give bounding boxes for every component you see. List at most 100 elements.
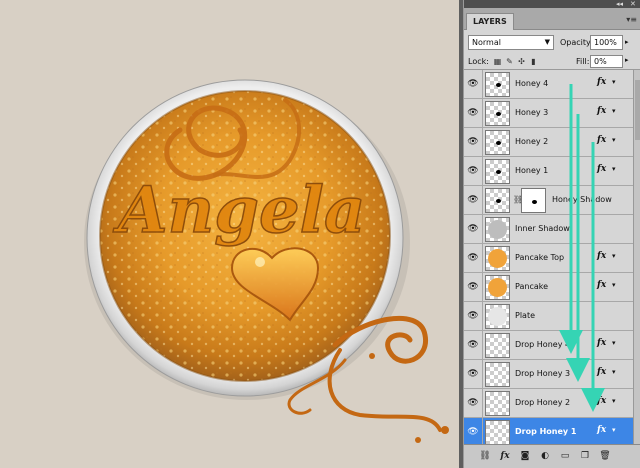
- visibility-eye-icon[interactable]: 👁: [467, 137, 479, 147]
- visibility-eye-icon[interactable]: 👁: [467, 369, 479, 379]
- layer-effects-icon[interactable]: fx: [597, 135, 606, 145]
- visibility-eye-icon[interactable]: 👁: [467, 340, 479, 350]
- layer-row[interactable]: 👁 Plate: [464, 302, 633, 331]
- layer-thumbnail[interactable]: [485, 188, 510, 213]
- layer-row[interactable]: 👁 Drop Honey 4 fx ▾: [464, 331, 633, 360]
- layer-row[interactable]: 👁 Drop Honey 2 fx ▾: [464, 389, 633, 418]
- layer-thumbnail[interactable]: [485, 159, 510, 184]
- layer-name[interactable]: Drop Honey 3: [515, 369, 570, 378]
- fill-input[interactable]: 0%: [590, 55, 623, 68]
- effects-expand-icon[interactable]: ▾: [612, 252, 616, 260]
- effects-expand-icon[interactable]: ▾: [612, 426, 616, 434]
- layer-effects-icon[interactable]: fx: [597, 106, 606, 116]
- layer-effects-icon[interactable]: fx: [597, 251, 606, 261]
- layer-name[interactable]: Plate: [515, 311, 535, 320]
- layer-name[interactable]: Pancake: [515, 282, 548, 291]
- blend-mode-value: Normal: [472, 38, 501, 47]
- layer-effects-icon[interactable]: fx: [597, 280, 606, 290]
- layers-scrollbar[interactable]: [633, 70, 640, 444]
- layer-row[interactable]: 👁 Inner Shadow: [464, 215, 633, 244]
- layer-thumbnail[interactable]: [485, 420, 510, 444]
- layer-row[interactable]: 👁 Drop Honey 3 fx ▾: [464, 360, 633, 389]
- link-layers-icon[interactable]: ⛓: [478, 449, 492, 463]
- fx-icon[interactable]: fx: [498, 449, 512, 463]
- effects-expand-icon[interactable]: ▾: [612, 281, 616, 289]
- layer-row[interactable]: 👁 Honey 2 fx ▾: [464, 128, 633, 157]
- layer-thumbnail[interactable]: [485, 333, 510, 358]
- visibility-eye-icon[interactable]: 👁: [467, 282, 479, 292]
- lock-all-icon[interactable]: ▮: [529, 57, 538, 66]
- visibility-eye-icon[interactable]: 👁: [467, 398, 479, 408]
- layer-thumbnail[interactable]: [485, 217, 510, 242]
- layer-thumbnail[interactable]: [485, 246, 510, 271]
- layer-row[interactable]: 👁 Drop Honey 1 fx ▾: [464, 418, 633, 444]
- layer-effects-icon[interactable]: fx: [597, 425, 606, 435]
- effects-expand-icon[interactable]: ▾: [612, 78, 616, 86]
- layer-name[interactable]: Honey 1: [515, 166, 548, 175]
- visibility-eye-icon[interactable]: 👁: [467, 108, 479, 118]
- layer-row[interactable]: 👁 Pancake fx ▾: [464, 273, 633, 302]
- add-mask-icon[interactable]: ◙: [518, 449, 532, 463]
- layer-row[interactable]: 👁 Pancake Top fx ▾: [464, 244, 633, 273]
- layer-row[interactable]: 👁 Honey 1 fx ▾: [464, 157, 633, 186]
- layer-name[interactable]: Drop Honey 2: [515, 398, 570, 407]
- layer-effects-icon[interactable]: fx: [597, 164, 606, 174]
- visibility-eye-icon[interactable]: 👁: [467, 166, 479, 176]
- layer-thumbnail[interactable]: [485, 275, 510, 300]
- layer-thumbnail[interactable]: [485, 72, 510, 97]
- visibility-eye-icon[interactable]: 👁: [467, 253, 479, 263]
- layer-row[interactable]: 👁 Honey 3 fx ▾: [464, 99, 633, 128]
- layer-name[interactable]: Drop Honey 1: [515, 427, 576, 436]
- visibility-eye-icon[interactable]: 👁: [467, 427, 479, 437]
- close-icon[interactable]: ✕: [630, 0, 636, 8]
- effects-expand-icon[interactable]: ▾: [612, 397, 616, 405]
- layer-thumbnail[interactable]: [485, 101, 510, 126]
- layer-name[interactable]: Honey 4: [515, 79, 548, 88]
- panel-menu-icon[interactable]: ▾≡: [626, 15, 637, 24]
- layer-name[interactable]: Honey 3: [515, 108, 548, 117]
- scrollbar-thumb[interactable]: [635, 80, 640, 140]
- visibility-eye-icon[interactable]: 👁: [467, 79, 479, 89]
- layer-name[interactable]: Drop Honey 4: [515, 340, 570, 349]
- visibility-eye-icon[interactable]: 👁: [467, 224, 479, 234]
- layer-effects-icon[interactable]: fx: [597, 77, 606, 87]
- layer-row[interactable]: 👁 ⛓ Honey Shadow: [464, 186, 633, 215]
- new-layer-icon[interactable]: ❐: [578, 449, 592, 463]
- visibility-eye-icon[interactable]: 👁: [467, 195, 479, 205]
- effects-expand-icon[interactable]: ▾: [612, 136, 616, 144]
- layer-mask-thumbnail[interactable]: [521, 188, 546, 213]
- layer-name[interactable]: Honey 2: [515, 137, 548, 146]
- double-chevron-icon[interactable]: ◂◂: [616, 0, 623, 8]
- effects-expand-icon[interactable]: ▾: [612, 339, 616, 347]
- layer-name[interactable]: Inner Shadow: [515, 224, 570, 233]
- document-canvas[interactable]: Angela: [0, 0, 459, 468]
- layer-effects-icon[interactable]: fx: [597, 367, 606, 377]
- tab-layers[interactable]: LAYERS: [466, 13, 514, 30]
- visibility-eye-icon[interactable]: 👁: [467, 311, 479, 321]
- opacity-input[interactable]: 100%: [590, 35, 623, 50]
- trash-icon[interactable]: 🗑: [598, 449, 612, 463]
- thumbnail-heart: [495, 140, 501, 145]
- adjustment-layer-icon[interactable]: ◐: [538, 449, 552, 463]
- layer-effects-icon[interactable]: fx: [597, 338, 606, 348]
- opacity-slider-arrow-icon[interactable]: ▸: [625, 36, 629, 49]
- effects-expand-icon[interactable]: ▾: [612, 368, 616, 376]
- layer-thumbnail[interactable]: [485, 362, 510, 387]
- effects-expand-icon[interactable]: ▾: [612, 165, 616, 173]
- layer-thumbnail[interactable]: [485, 304, 510, 329]
- blend-mode-select[interactable]: Normal ▼: [468, 35, 554, 50]
- layer-name[interactable]: Pancake Top: [515, 253, 564, 262]
- eye-column-divider: [482, 331, 483, 360]
- lock-position-icon[interactable]: ✣: [517, 57, 526, 66]
- layer-effects-icon[interactable]: fx: [597, 396, 606, 406]
- lock-transparent-pixels-icon[interactable]: ▦: [493, 57, 502, 66]
- lock-image-pixels-icon[interactable]: ✎: [505, 57, 514, 66]
- fill-slider-arrow-icon[interactable]: ▸: [625, 56, 629, 64]
- layer-thumbnail[interactable]: [485, 130, 510, 155]
- layer-thumbnail[interactable]: [485, 391, 510, 416]
- effects-expand-icon[interactable]: ▾: [612, 107, 616, 115]
- layer-row[interactable]: 👁 Honey 4 fx ▾: [464, 70, 633, 99]
- layer-name[interactable]: Honey Shadow: [552, 195, 612, 204]
- new-group-icon[interactable]: ▭: [558, 449, 572, 463]
- mask-heart: [532, 200, 537, 204]
